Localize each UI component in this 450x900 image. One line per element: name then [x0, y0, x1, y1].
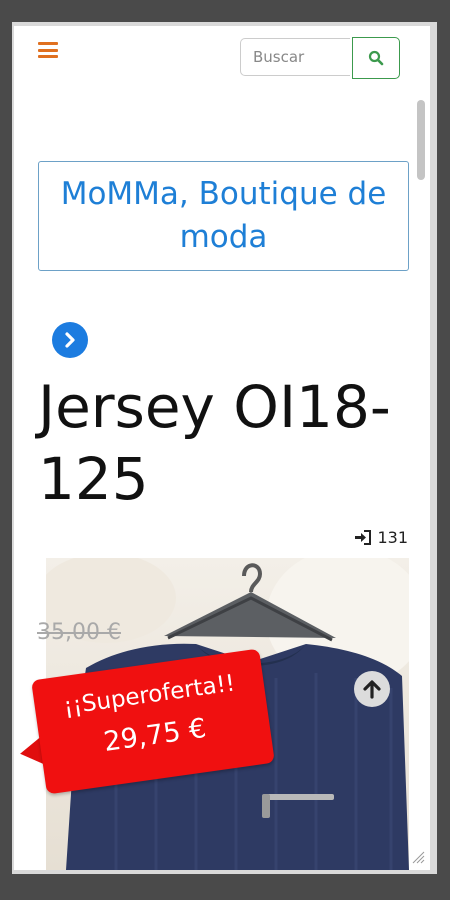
brand-name: MoMMa, Boutique de moda	[60, 176, 387, 255]
search-icon	[368, 50, 384, 66]
scroll-top-button[interactable]	[354, 671, 390, 707]
visits-count: 131	[377, 528, 408, 547]
product-title: Jersey OI18-125	[38, 373, 391, 513]
search-input[interactable]	[240, 38, 350, 76]
search-button[interactable]	[352, 37, 400, 79]
chevron-right-circle-icon	[65, 332, 75, 348]
hamburger-menu-icon[interactable]	[38, 42, 58, 58]
scrollbar-thumb[interactable]	[417, 100, 425, 180]
sign-in-icon	[355, 530, 372, 545]
visits-counter: 131	[354, 528, 408, 547]
brand-banner[interactable]: MoMMa, Boutique de moda	[38, 161, 409, 271]
arrow-up-circle-icon	[363, 680, 381, 699]
resize-handle-icon[interactable]	[411, 850, 425, 864]
page: MoMMa, Boutique de moda Jersey OI18-125 …	[14, 26, 430, 870]
old-price: 35,00 €	[37, 620, 121, 645]
next-button[interactable]	[52, 322, 88, 358]
